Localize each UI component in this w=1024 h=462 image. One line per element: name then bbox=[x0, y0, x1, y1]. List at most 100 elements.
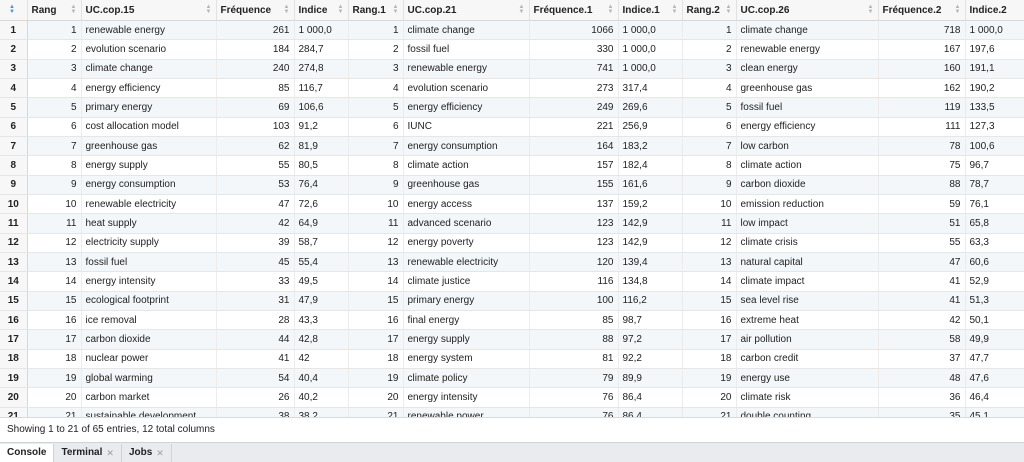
table-row[interactable]: 17 17 carbon dioxide 44 42,8 17 energy supply 8… bbox=[0, 329, 1024, 350]
table-cell: 42 bbox=[216, 213, 295, 234]
table-cell: 182,4 bbox=[618, 155, 683, 176]
row-index: 4 bbox=[0, 78, 28, 99]
table-cell: 261 bbox=[216, 20, 295, 41]
table-row[interactable]: 21 21 sustainable development 38 38,2 21 renew… bbox=[0, 407, 1024, 417]
header-row-index[interactable]: ▲ ▼ bbox=[0, 0, 28, 21]
table-cell: 249 bbox=[529, 97, 619, 118]
column-header[interactable]: Indice.2▲▼ bbox=[965, 0, 1024, 21]
table-cell: low carbon bbox=[736, 136, 879, 157]
column-header[interactable]: Fréquence.1 ▲ ▼ bbox=[529, 0, 619, 21]
table-row[interactable]: 14 14 energy intensity 33 49,5 14 climate just… bbox=[0, 271, 1024, 292]
table-row[interactable]: 20 20 carbon market 26 40,2 20 energy intensit… bbox=[0, 387, 1024, 408]
table-cell: 1 bbox=[27, 20, 82, 41]
table-cell: 15 bbox=[682, 291, 737, 311]
table-row[interactable]: 3 3 climate change 240 274,8 3 renewable energ… bbox=[0, 59, 1024, 79]
table-cell: energy poverty bbox=[403, 233, 530, 253]
table-row[interactable]: 5 5 primary energy 69 106,6 5 energy efficienc… bbox=[0, 97, 1024, 118]
column-header[interactable]: Fréquence ▲ ▼ bbox=[216, 0, 295, 21]
table-cell: 16 bbox=[682, 310, 737, 331]
table-cell: ice removal bbox=[81, 310, 217, 331]
table-cell: 14 bbox=[27, 271, 82, 292]
table-cell: 78 bbox=[878, 136, 966, 157]
column-header[interactable]: Indice.1 ▲ ▼ bbox=[618, 0, 683, 21]
sort-arrows-icon: ▲ ▼ bbox=[671, 4, 678, 15]
table-cell: 89,9 bbox=[618, 368, 683, 389]
table-cell: 1 000,0 bbox=[965, 20, 1024, 41]
table-cell: renewable electricity bbox=[403, 252, 530, 273]
close-icon[interactable]: ✕ bbox=[106, 444, 114, 462]
column-header[interactable]: Rang ▲ ▼ bbox=[27, 0, 82, 21]
table-cell: climate change bbox=[736, 20, 879, 41]
table-row[interactable]: 1 1 renewable energy 261 1 000,0 1 climate cha… bbox=[0, 20, 1024, 41]
table-cell: fossil fuel bbox=[403, 39, 530, 60]
table-cell: 40,2 bbox=[294, 387, 349, 408]
table-row[interactable]: 19 19 global warming 54 40,4 19 climate policy… bbox=[0, 368, 1024, 389]
table-cell: climate policy bbox=[403, 368, 530, 389]
table-cell: 103 bbox=[216, 117, 295, 137]
table-cell: 9 bbox=[348, 175, 404, 195]
table-row[interactable]: 8 8 energy supply 55 80,5 8 climate action 157 1… bbox=[0, 155, 1024, 176]
table-cell: 18 bbox=[27, 349, 82, 369]
row-index: 20 bbox=[0, 387, 28, 408]
column-header[interactable]: UC.cop.15 ▲ ▼ bbox=[81, 0, 217, 21]
table-cell: 9 bbox=[682, 175, 737, 195]
column-header-label: Fréquence bbox=[220, 4, 272, 16]
table-cell: 19 bbox=[27, 368, 82, 389]
table-cell: 4 bbox=[27, 78, 82, 99]
table-row[interactable]: 11 11 heat supply 42 64,9 11 advanced scenario… bbox=[0, 213, 1024, 234]
table-cell: 88 bbox=[529, 329, 619, 350]
table-cell: 6 bbox=[348, 117, 404, 137]
table-cell: 191,1 bbox=[965, 59, 1024, 79]
table-cell: 142,9 bbox=[618, 233, 683, 253]
column-header[interactable]: Rang.2 ▲ ▼ bbox=[682, 0, 737, 21]
table-cell: 40,4 bbox=[294, 368, 349, 389]
tab-console[interactable]: Console bbox=[0, 444, 55, 462]
table-cell: climate action bbox=[736, 155, 879, 176]
table-cell: greenhouse gas bbox=[81, 136, 217, 157]
table-cell: 2 bbox=[348, 39, 404, 60]
row-index: 12 bbox=[0, 233, 28, 253]
column-header[interactable]: Indice ▲ ▼ bbox=[294, 0, 349, 21]
close-icon[interactable]: ✕ bbox=[156, 444, 164, 462]
table-row[interactable]: 4 4 energy efficiency 85 116,7 4 evolution sce… bbox=[0, 78, 1024, 99]
table-cell: 13 bbox=[682, 252, 737, 273]
tab-jobs[interactable]: Jobs ✕ bbox=[122, 444, 172, 462]
table-row[interactable]: 9 9 energy consumption 53 76,4 9 greenhouse ga… bbox=[0, 175, 1024, 195]
table-cell: 92,2 bbox=[618, 349, 683, 369]
column-header[interactable]: UC.cop.21 ▲ ▼ bbox=[403, 0, 530, 21]
table-cell: renewable energy bbox=[403, 59, 530, 79]
table-row[interactable]: 12 12 electricity supply 39 58,7 12 energy pov… bbox=[0, 233, 1024, 253]
table-cell: 63,3 bbox=[965, 233, 1024, 253]
table-cell: 52,9 bbox=[965, 271, 1024, 292]
table-row[interactable]: 7 7 greenhouse gas 62 81,9 7 energy consumptio… bbox=[0, 136, 1024, 157]
table-cell: 17 bbox=[27, 329, 82, 350]
table-cell: 26 bbox=[216, 387, 295, 408]
table-row[interactable]: 15 15 ecological footprint 31 47,9 15 primary … bbox=[0, 291, 1024, 311]
table-cell: 76 bbox=[529, 387, 619, 408]
table-row[interactable]: 18 18 nuclear power 41 42 18 energy system 81 92… bbox=[0, 349, 1024, 369]
column-header[interactable]: UC.cop.26 ▲ ▼ bbox=[736, 0, 879, 21]
table-cell: final energy bbox=[403, 310, 530, 331]
table-row[interactable]: 13 13 fossil fuel 45 55,4 13 renewable electri… bbox=[0, 252, 1024, 273]
table-cell: climate impact bbox=[736, 271, 879, 292]
column-header-label: Rang bbox=[31, 4, 57, 16]
column-header[interactable]: Rang.1 ▲ ▼ bbox=[348, 0, 404, 21]
table-row[interactable]: 6 6 cost allocation model 103 91,2 6 IUNC 221 25… bbox=[0, 117, 1024, 137]
table-row[interactable]: 10 10 renewable electricity 47 72,6 10 energy … bbox=[0, 194, 1024, 215]
table-cell: 69 bbox=[216, 97, 295, 118]
tab-terminal[interactable]: Terminal ✕ bbox=[54, 444, 122, 462]
table-cell: advanced scenario bbox=[403, 213, 530, 234]
table-row[interactable]: 16 16 ice removal 28 43,3 16 final energy 85 98,… bbox=[0, 310, 1024, 331]
table-cell: 120 bbox=[529, 252, 619, 273]
table-cell: 21 bbox=[27, 407, 82, 417]
table-cell: air pollution bbox=[736, 329, 879, 350]
bottom-tab-bar: Console Terminal ✕ Jobs ✕ bbox=[0, 442, 1024, 462]
table-cell: carbon credit bbox=[736, 349, 879, 369]
table-cell: 21 bbox=[682, 407, 737, 417]
table-cell: 72,6 bbox=[294, 194, 349, 215]
table-cell: energy use bbox=[736, 368, 879, 389]
table-cell: 2 bbox=[682, 39, 737, 60]
table-row[interactable]: 2 2 evolution scenario 184 284,7 2 fossil fuel… bbox=[0, 39, 1024, 60]
column-header[interactable]: Fréquence.2 ▲ ▼ bbox=[878, 0, 966, 21]
table-cell: climate justice bbox=[403, 271, 530, 292]
